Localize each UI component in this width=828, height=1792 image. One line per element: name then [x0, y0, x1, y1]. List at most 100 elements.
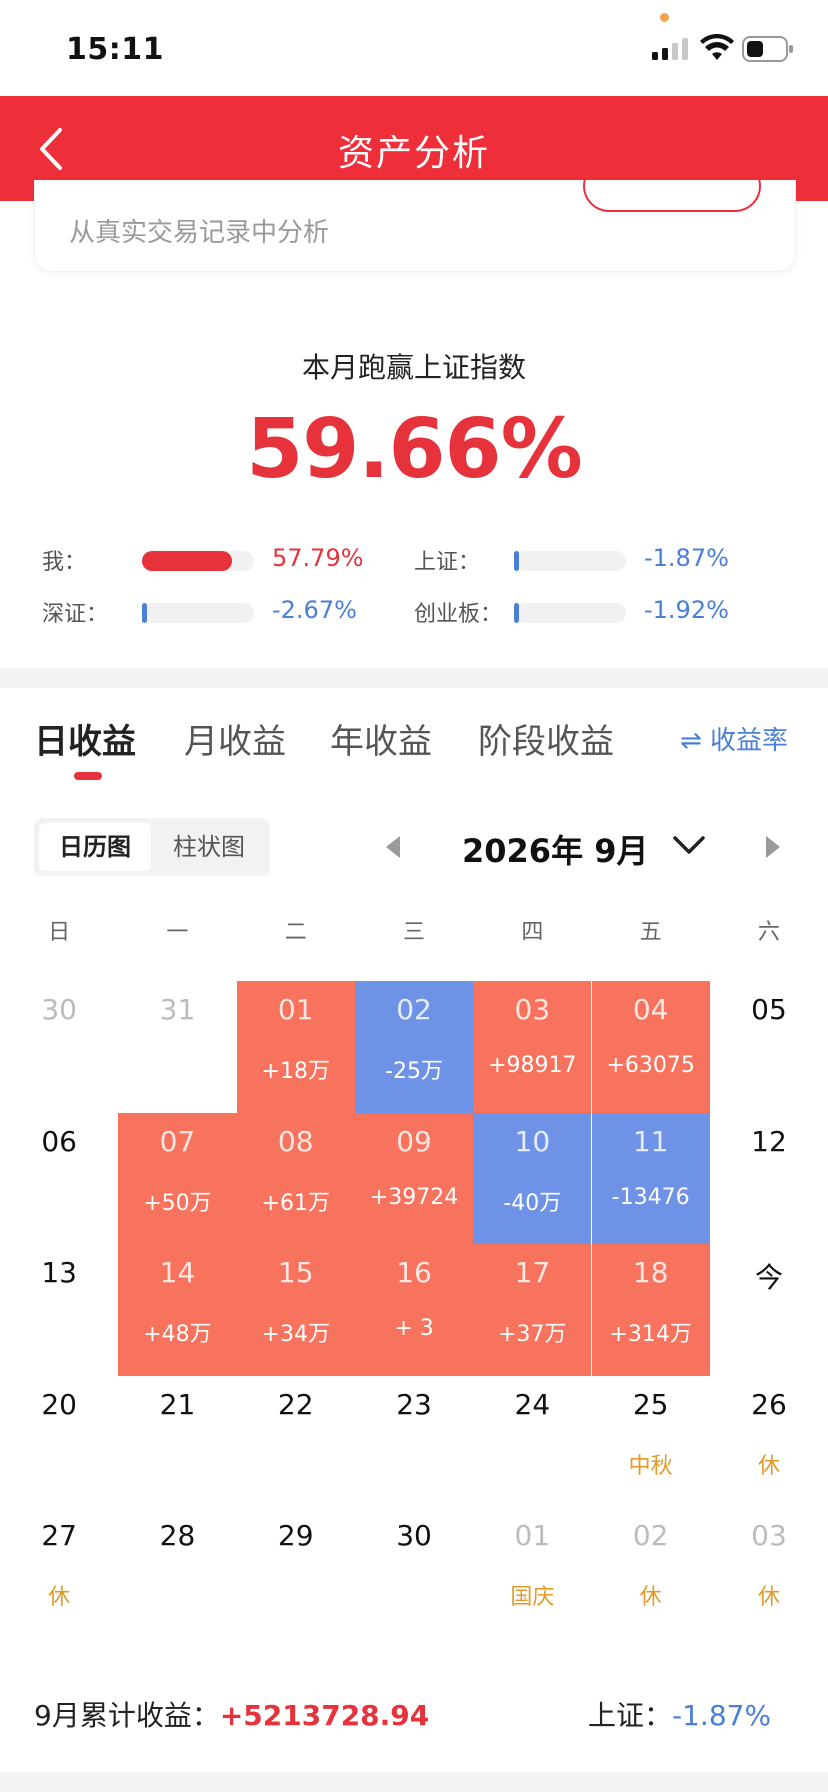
- comparison-label: 深证：: [42, 602, 109, 627]
- comparison-track: [514, 551, 626, 571]
- calendar-day-cell[interactable]: 26 休: [710, 1376, 828, 1508]
- next-month-icon[interactable]: [762, 834, 784, 860]
- calendar-day-return: +18万: [261, 1059, 330, 1084]
- month-label[interactable]: 2026年 9月: [462, 826, 648, 872]
- calendar-day-return: +98917: [488, 1053, 577, 1078]
- calendar-day-return: +50万: [143, 1190, 212, 1216]
- calendar-day-cell[interactable]: 20: [0, 1376, 118, 1508]
- calendar-day-return: +37万: [498, 1322, 567, 1347]
- bar-chart-view-button[interactable]: 柱状图: [153, 823, 265, 871]
- month-total-value: +5213728.94: [219, 1699, 430, 1732]
- calendar-day-cell[interactable]: 03 休: [710, 1507, 828, 1639]
- calendar-day-return: +61万: [261, 1190, 330, 1216]
- calendar-day-return: + 3: [394, 1316, 434, 1341]
- comparison-fill: [142, 603, 147, 623]
- calendar-day-cell[interactable]: 13: [0, 1244, 118, 1376]
- weekday-label: 日: [48, 920, 71, 945]
- calendar-day-cell[interactable]: 24: [473, 1376, 591, 1508]
- calendar-view-button[interactable]: 日历图: [39, 823, 151, 871]
- calendar-holiday-label: 国庆: [510, 1585, 555, 1610]
- calendar-day-cell[interactable]: 05: [710, 981, 828, 1113]
- calendar-day-cell[interactable]: 08 +61万: [236, 1112, 355, 1244]
- tab-monthly-return[interactable]: 月收益: [184, 714, 286, 763]
- calendar-day-cell[interactable]: 03 +98917: [473, 981, 592, 1113]
- calendar-holiday-label: 休: [48, 1585, 71, 1610]
- section-divider: [0, 668, 828, 688]
- calendar-day-cell[interactable]: 11 -13476: [591, 1112, 710, 1244]
- privacy-indicator-dot: [660, 13, 669, 22]
- tab-daily-return[interactable]: 日收益: [34, 714, 136, 763]
- calendar-day-number: 12: [751, 1124, 787, 1158]
- calendar-day-number: 01: [277, 993, 314, 1026]
- calendar-day-cell[interactable]: 01 国庆: [473, 1507, 591, 1639]
- calendar-day-cell[interactable]: 23: [355, 1376, 473, 1508]
- calendar-day-cell[interactable]: 30: [355, 1507, 473, 1639]
- calendar-day-number: 03: [751, 1519, 787, 1552]
- calendar-day-cell[interactable]: 06: [0, 1113, 118, 1245]
- calendar-day-cell[interactable]: 15 +34万: [236, 1244, 355, 1376]
- calendar-day-cell[interactable]: 02 -25万: [354, 981, 474, 1113]
- card-action-button[interactable]: [583, 160, 761, 212]
- calendar-day-cell[interactable]: 31: [118, 981, 236, 1113]
- chevron-down-icon[interactable]: [672, 832, 706, 858]
- calendar-day-cell[interactable]: 07 +50万: [118, 1112, 237, 1244]
- calendar-day-number: 21: [159, 1387, 196, 1421]
- calendar-day-cell[interactable]: 29: [237, 1507, 355, 1639]
- comparison-value: 57.79%: [272, 544, 364, 572]
- calendar-day-cell[interactable]: 21: [118, 1376, 236, 1508]
- prev-month-icon[interactable]: [382, 834, 404, 860]
- analysis-card: 从真实交易记录中分析: [34, 160, 796, 272]
- calendar-day-number: 01: [514, 1519, 551, 1552]
- calendar-day-cell[interactable]: 02 休: [592, 1507, 710, 1639]
- calendar-day-number: 10: [514, 1124, 551, 1158]
- comparison-label: 创业板：: [414, 602, 503, 627]
- calendar-holiday-label: 休: [757, 1585, 780, 1610]
- beat-index-label: 本月跑赢上证指数: [301, 351, 526, 384]
- weekday-label: 三: [403, 920, 426, 945]
- calendar-day-cell[interactable]: 17 +37万: [473, 1244, 592, 1376]
- calendar-day-number: 24: [514, 1387, 551, 1421]
- status-time: 15:11: [66, 32, 164, 67]
- calendar-day-number: 31: [159, 993, 196, 1026]
- calendar-day-cell[interactable]: 27 休: [0, 1507, 118, 1639]
- calendar-day-number: 03: [514, 993, 551, 1026]
- calendar-day-number: 08: [277, 1124, 314, 1158]
- calendar-day-number: 18: [632, 1256, 669, 1289]
- calendar-day-cell[interactable]: 01 +18万: [236, 981, 355, 1113]
- calendar-day-number: 07: [159, 1124, 196, 1158]
- tab-period-return[interactable]: 阶段收益: [478, 714, 614, 763]
- calendar-day-cell[interactable]: 09 +39724: [354, 1112, 474, 1244]
- tab-yearly-return[interactable]: 年收益: [330, 714, 432, 763]
- weekday-label: 四: [521, 920, 544, 945]
- comparison-me: 我： 57.79%: [42, 540, 372, 576]
- calendar-day-cell[interactable]: 30: [0, 981, 118, 1113]
- weekday-header: 日 一 二 三 四 五 六: [0, 914, 828, 948]
- weekday-label: 六: [757, 920, 780, 945]
- calendar-day-cell[interactable]: 12: [710, 1113, 828, 1245]
- calendar-day-return: +39724: [369, 1184, 459, 1210]
- calendar-day-number: 29: [277, 1519, 314, 1552]
- calendar-day-cell[interactable]: 28: [118, 1507, 236, 1639]
- calendar-day-number: 06: [41, 1124, 77, 1158]
- comparison-chinext: 创业板： -1.92%: [414, 592, 744, 628]
- calendar-day-number: 30: [396, 1519, 432, 1552]
- calendar-day-number: 23: [396, 1387, 432, 1421]
- calendar-day-number: 11: [632, 1124, 669, 1158]
- wifi-icon: [700, 34, 734, 60]
- calendar-day-cell[interactable]: 16 + 3: [354, 1244, 474, 1376]
- calendar-day-cell[interactable]: 14 +48万: [118, 1244, 237, 1376]
- comparison-fill: [514, 603, 519, 623]
- calendar-day-number: 27: [41, 1519, 77, 1552]
- calendar-day-cell[interactable]: 25 中秋: [592, 1376, 710, 1508]
- calendar-day-cell[interactable]: 18 +314万: [591, 1244, 710, 1376]
- calendar-day-cell[interactable]: 今: [710, 1244, 828, 1376]
- calendar-day-number: 09: [396, 1124, 432, 1158]
- calendar-day-cell[interactable]: 10 -40万: [473, 1112, 592, 1244]
- calendar-holiday-label: 休: [757, 1453, 780, 1479]
- return-rate-toggle[interactable]: ⇌ 收益率: [680, 720, 788, 757]
- calendar-day-return: -40万: [503, 1190, 562, 1216]
- calendar-day-cell[interactable]: 04 +63075: [591, 981, 710, 1113]
- calendar-day-return: +34万: [261, 1322, 330, 1347]
- card-subtitle: 从真实交易记录中分析: [69, 218, 330, 248]
- calendar-day-cell[interactable]: 22: [237, 1376, 355, 1508]
